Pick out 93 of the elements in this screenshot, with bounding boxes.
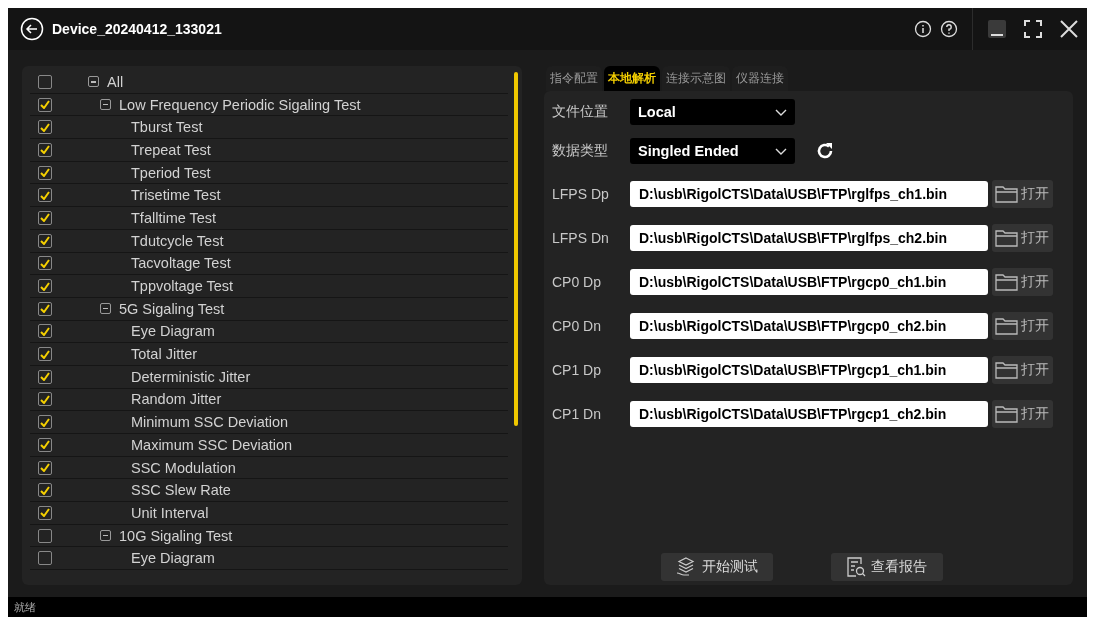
- file-path-field[interactable]: D:\usb\RigolCTS\Data\USB\FTP\rgcp0_ch1.bin: [630, 269, 988, 295]
- checkbox[interactable]: [38, 256, 52, 271]
- file-path-field[interactable]: D:\usb\RigolCTS\Data\USB\FTP\rgcp1_ch2.bin: [630, 401, 988, 427]
- open-button[interactable]: 打开: [992, 224, 1053, 252]
- field-label: CP0 Dp: [552, 274, 603, 290]
- layers-icon: [675, 556, 697, 578]
- file-path-field[interactable]: D:\usb\RigolCTS\Data\USB\FTP\rgcp1_ch1.bin: [630, 357, 988, 383]
- file-path-field[interactable]: D:\usb\RigolCTS\Data\USB\FTP\rglfps_ch1.bin: [630, 181, 988, 207]
- checkbox[interactable]: [38, 392, 52, 407]
- tree-item[interactable]: Total Jitter: [131, 346, 198, 363]
- open-button[interactable]: 打开: [992, 356, 1053, 384]
- tree-item[interactable]: Eye Diagram: [131, 550, 215, 567]
- checkbox[interactable]: [38, 74, 52, 89]
- folder-icon: [995, 316, 1019, 336]
- tree-item[interactable]: Trisetime Test: [131, 187, 221, 204]
- tree-item[interactable]: SSC Slew Rate: [131, 482, 231, 499]
- checkbox[interactable]: [38, 165, 52, 180]
- dropdown[interactable]: Local: [630, 99, 795, 125]
- tree-item[interactable]: Maximum SSC Deviation: [131, 436, 293, 453]
- field-label: LFPS Dn: [552, 230, 610, 246]
- folder-icon: [995, 272, 1019, 292]
- file-path-field[interactable]: D:\usb\RigolCTS\Data\USB\FTP\rgcp0_ch2.bin: [630, 313, 988, 339]
- tree-item[interactable]: Trepeat Test: [131, 141, 211, 158]
- collapse-icon[interactable]: [100, 99, 111, 111]
- checkbox[interactable]: [38, 279, 52, 294]
- checkbox[interactable]: [38, 233, 52, 248]
- open-button[interactable]: 打开: [992, 400, 1053, 428]
- field-label: CP0 Dn: [552, 318, 603, 334]
- document-search-icon: [846, 556, 866, 578]
- folder-icon: [995, 404, 1019, 424]
- tree-item[interactable]: SSC Modulation: [131, 459, 236, 476]
- tree-item[interactable]: Low Frequency Periodic Sigaling Test: [119, 96, 361, 113]
- tree-item[interactable]: Random Jitter: [131, 391, 222, 408]
- checkbox[interactable]: [38, 483, 52, 498]
- checkbox[interactable]: [38, 324, 52, 339]
- folder-icon: [995, 360, 1019, 380]
- tree-item[interactable]: Tfalltime Test: [131, 209, 217, 226]
- tree-item[interactable]: Tdutcycle Test: [131, 232, 224, 249]
- checkbox[interactable]: [38, 301, 52, 316]
- checkbox[interactable]: [38, 97, 52, 112]
- chevron-down-icon: [775, 147, 787, 155]
- maximize-icon[interactable]: [1023, 19, 1043, 39]
- folder-icon: [995, 184, 1019, 204]
- checkbox[interactable]: [38, 188, 52, 203]
- field-label: LFPS Dp: [552, 186, 610, 202]
- refresh-icon[interactable]: [815, 141, 835, 161]
- tree-item[interactable]: Eye Diagram: [131, 323, 215, 340]
- info-icon[interactable]: [914, 20, 932, 38]
- scrollbar[interactable]: [514, 72, 518, 426]
- field-label: 文件位置: [552, 103, 609, 121]
- checkbox[interactable]: [38, 551, 52, 566]
- tree-item[interactable]: Deterministic Jitter: [131, 368, 251, 385]
- field-label: CP1 Dp: [552, 362, 603, 378]
- window-title: Device_20240412_133021: [52, 21, 223, 37]
- checkbox[interactable]: [38, 120, 52, 135]
- field-label: CP1 Dn: [552, 406, 603, 422]
- checkbox[interactable]: [38, 369, 52, 384]
- back-icon[interactable]: [20, 17, 44, 41]
- open-button[interactable]: 打开: [992, 180, 1053, 208]
- help-icon[interactable]: [940, 20, 958, 38]
- file-path-field[interactable]: D:\usb\RigolCTS\Data\USB\FTP\rglfps_ch2.bin: [630, 225, 988, 251]
- tree-item[interactable]: All: [107, 73, 124, 90]
- tree-item[interactable]: Minimum SSC Deviation: [131, 414, 289, 431]
- tree-item[interactable]: Tperiod Test: [131, 164, 211, 181]
- folder-icon: [995, 228, 1019, 248]
- start-test-button[interactable]: 开始测试: [660, 553, 773, 581]
- view-report-button[interactable]: 查看报告: [830, 553, 943, 581]
- status-text: 就绪: [14, 599, 36, 615]
- checkbox[interactable]: [38, 415, 52, 430]
- open-button[interactable]: 打开: [992, 268, 1053, 296]
- checkbox[interactable]: [38, 460, 52, 475]
- checkbox[interactable]: [38, 528, 52, 543]
- tree-item[interactable]: Tacvoltage Test: [131, 255, 231, 272]
- checkbox[interactable]: [38, 437, 52, 452]
- field-label: 数据类型: [552, 142, 609, 160]
- tree-item[interactable]: Tppvoltage Test: [131, 278, 234, 295]
- checkbox[interactable]: [38, 505, 52, 520]
- checkbox[interactable]: [38, 210, 52, 225]
- checkbox[interactable]: [38, 142, 52, 157]
- collapse-icon[interactable]: [100, 303, 111, 315]
- chevron-down-icon: [775, 108, 787, 116]
- collapse-icon[interactable]: [100, 530, 111, 542]
- tab[interactable]: 本地解析: [604, 66, 660, 91]
- tree-item[interactable]: 5G Sigaling Test: [119, 300, 225, 317]
- collapse-icon[interactable]: [88, 76, 99, 88]
- tree-item[interactable]: Tburst Test: [131, 119, 203, 136]
- minimize-icon[interactable]: [987, 19, 1007, 39]
- tree-item[interactable]: 10G Sigaling Test: [119, 527, 233, 544]
- close-icon[interactable]: [1059, 19, 1079, 39]
- open-button[interactable]: 打开: [992, 312, 1053, 340]
- dropdown[interactable]: Singled Ended: [630, 138, 795, 164]
- tree-item[interactable]: Unit Interval: [131, 504, 209, 521]
- checkbox[interactable]: [38, 347, 52, 362]
